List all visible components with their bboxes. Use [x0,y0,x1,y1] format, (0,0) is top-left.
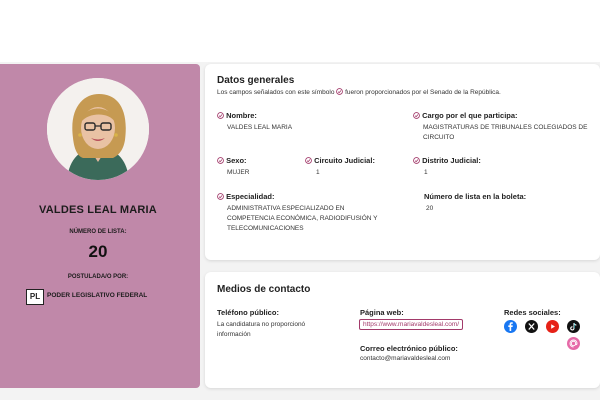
circuito-label-text: Circuito Judicial: [314,156,375,165]
nombre-label: Nombre: [217,111,257,120]
party-logo: PL [26,289,44,305]
phone-label: Teléfono público: [217,308,279,317]
candidate-name: VALDES LEAL MARIA [39,204,157,216]
verified-check-icon [413,112,420,119]
verified-check-icon [217,112,224,119]
threads-icon[interactable] [567,337,580,350]
distrito-label: Distrito Judicial: [413,156,481,165]
senate-note-before: Los campos señalados con este símbolo [217,89,335,96]
tiktok-icon[interactable] [567,320,580,333]
verified-check-icon [217,157,224,164]
senate-note: Los campos señalados con este símbolo fu… [217,88,501,96]
distrito-label-text: Distrito Judicial: [422,156,481,165]
verified-check-icon [217,193,224,200]
email-label: Correo electrónico público: [360,344,458,353]
social-label: Redes sociales: [504,308,561,317]
contact-title: Medios de contacto [217,284,311,295]
numero-lista-value: 20 [426,205,434,212]
cargo-label: Cargo por el que participa: [413,111,518,120]
sexo-value: MUJER [227,169,250,176]
sexo-label-text: Sexo: [226,156,247,165]
candidate-photo [47,78,149,180]
cargo-label-text: Cargo por el que participa: [422,111,518,120]
nombre-value: VALDES LEAL MARIA [227,124,293,131]
distrito-value: 1 [424,169,428,176]
top-band [0,0,600,62]
facebook-icon[interactable] [504,320,517,333]
contact-card: Medios de contacto Teléfono público: La … [205,272,600,388]
list-number-value: 20 [88,242,108,261]
especialidad-label-text: Especialidad: [226,192,275,201]
list-number-label: NÚMERO DE LISTA: [69,229,127,235]
phone-value: La candidatura no proporcionó informació… [217,321,306,338]
verified-check-icon [305,157,312,164]
numero-lista-label: Número de lista en la boleta: [424,192,527,201]
website-link[interactable]: https://www.mariavaldesleal.com/ [359,319,464,330]
verified-check-icon [413,157,420,164]
verified-check-icon [336,88,344,95]
cargo-value: MAGISTRATURAS DE TRIBUNALES COLEGIADOS D… [423,124,588,141]
especialidad-value: ADMINISTRATIVA ESPECIALIZADO EN COMPETEN… [227,205,378,232]
especialidad-label: Especialidad: [217,192,274,201]
general-data-card: Datos generales Los campos señalados con… [205,64,600,260]
sexo-label: Sexo: [217,156,247,165]
postulated-by-label: POSTULADA/O POR: [67,274,129,280]
circuito-value: 1 [316,169,320,176]
party-name: PODER LEGISLATIVO FEDERAL [47,292,148,299]
profile-panel: VALDES LEAL MARIA NÚMERO DE LISTA: 20 PO… [0,64,200,388]
youtube-icon[interactable] [546,320,559,333]
web-label: Página web: [360,308,404,317]
email-value: contacto@mariavaldesleal.com [360,355,451,362]
nombre-label-text: Nombre: [226,111,257,120]
senate-note-after: fueron proporcionados por el Senado de l… [345,89,501,96]
circuito-label: Circuito Judicial: [305,156,375,165]
general-data-title: Datos generales [217,75,295,86]
x-icon[interactable] [525,320,538,333]
